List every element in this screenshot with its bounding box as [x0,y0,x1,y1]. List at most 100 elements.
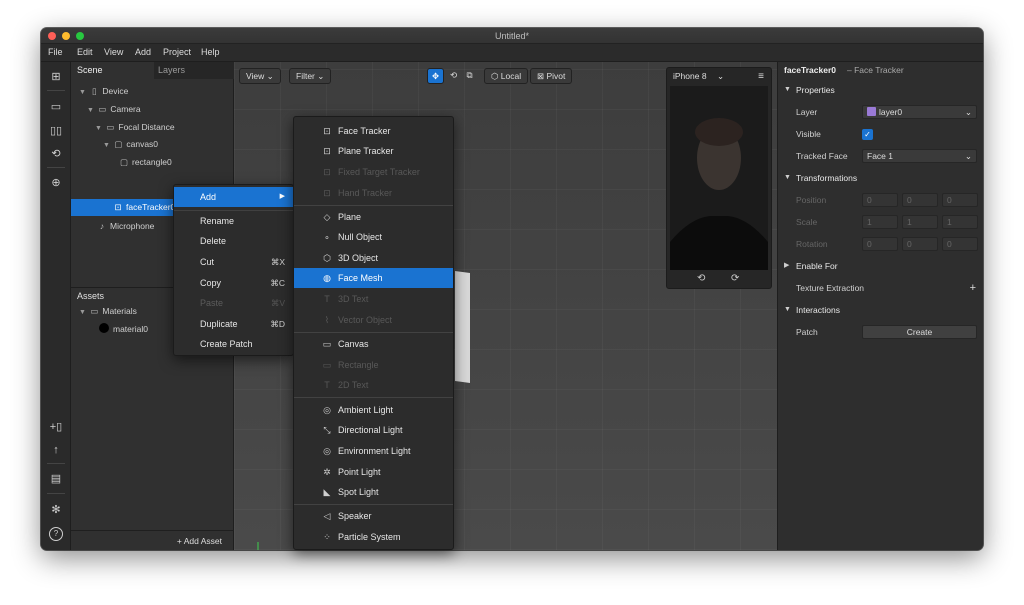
section-enable-for[interactable]: ▶ Enable For [778,255,983,277]
split-icon[interactable]: ▯▯ [49,124,63,138]
submenu-item-point-light[interactable]: ✲ Point Light [294,462,453,482]
upload-icon[interactable]: ↑ [49,443,63,457]
close-window-button[interactable] [48,32,56,40]
chevron-down-icon[interactable]: ▼ [79,84,87,101]
layout-icon[interactable]: ⊞ [49,70,63,84]
rotate-tool-icon[interactable]: ⟲ [446,68,461,84]
filter-dropdown[interactable]: Filter ⌄ [289,68,332,84]
face-tracker-icon: ⊡ [114,202,122,212]
submenu-label: Vector Object [338,315,393,325]
menu-view[interactable]: View [104,47,123,57]
tracked-face-select[interactable]: Face 1 ⌄ [862,149,977,163]
submenu-item-plane[interactable]: ◇ Plane [294,207,453,227]
section-interactions[interactable]: ▼ Interactions [778,299,983,321]
menu-item-copy[interactable]: Copy ⌘C [174,273,293,293]
shortcut-label: ⌘X [270,257,285,267]
position-y[interactable]: 0 [902,193,938,207]
rotation-y[interactable]: 0 [902,237,938,251]
folder-icon[interactable]: ▤ [49,472,63,486]
submenu-item-null-object[interactable]: ∘ Null Object [294,227,453,247]
minimize-window-button[interactable] [62,32,70,40]
tree-item-camera[interactable]: ▼ ▭ Camera [71,101,234,118]
section-transformations[interactable]: ▼ Transformations [778,167,983,189]
tree-item-device[interactable]: ▼ ▯ Device [71,83,234,100]
submenu-label: Hand Tracker [338,188,393,198]
menu-project[interactable]: Project [163,47,191,57]
tree-item-canvas0[interactable]: ▼ ▢ canvas0 [71,136,234,153]
local-toggle[interactable]: ⬡ Local [484,68,529,84]
rotation-z[interactable]: 0 [942,237,978,251]
chevron-right-icon: ▶ [784,262,790,269]
submenu-item-spot-light[interactable]: ◣ Spot Light [294,482,453,502]
chevron-down-icon[interactable]: ▼ [103,137,111,154]
menu-item-delete[interactable]: Delete [174,231,293,251]
submenu-item-face-mesh[interactable]: ◍ Face Mesh [294,268,453,288]
submenu-item-canvas[interactable]: ▭ Canvas [294,334,453,354]
submenu-item-3d-object[interactable]: ⬡ 3D Object [294,248,453,268]
device-header: iPhone 8 ⌄ ≡ [667,68,771,85]
add-texture-icon[interactable]: + [970,277,976,299]
menu-help[interactable]: Help [201,47,220,57]
menu-add[interactable]: Add [135,47,151,57]
menu-icon[interactable]: ≡ [758,68,764,85]
submenu-item-ambient-light[interactable]: ◎ Ambient Light [294,400,453,420]
layer-select[interactable]: layer0 ⌄ [862,105,977,119]
submenu-label: Face Mesh [338,273,383,283]
menu-item-label: Create Patch [200,339,253,349]
menu-edit[interactable]: Edit [77,47,93,57]
tab-layers[interactable]: Layers [158,65,185,75]
submenu-item-directional-light[interactable]: ⤡ Directional Light [294,420,453,440]
rotate-device-icon[interactable]: ⟳ [731,273,739,284]
text-3d-icon: T [324,294,330,304]
texture-extraction-label: Texture Extraction [796,283,865,293]
move-tool-icon[interactable]: ✥ [427,68,444,84]
zoom-window-button[interactable] [76,32,84,40]
environment-light-icon: ◎ [323,446,331,456]
chevron-down-icon[interactable]: ▼ [87,102,95,119]
section-properties[interactable]: ▼ Properties [778,79,983,101]
chevron-down-icon[interactable]: ⌄ [717,71,724,81]
shortcut-label: ⌘C [270,278,285,288]
scale-z[interactable]: 1 [942,215,978,229]
submenu-item-hand-tracker: ⊡ Hand Tracker [294,183,453,203]
menu-item-add[interactable]: Add ▶ [174,187,293,207]
rotation-x[interactable]: 0 [862,237,898,251]
help-icon[interactable]: ? [49,527,63,541]
submenu-item-face-tracker[interactable]: ⊡ Face Tracker [294,121,453,141]
scene-plane[interactable] [455,270,470,384]
device-select[interactable]: iPhone 8 [673,71,707,81]
menu-item-rename[interactable]: Rename [174,211,293,231]
tree-item-rectangle0[interactable]: ▢ rectangle0 [71,154,234,171]
submenu-item-plane-tracker[interactable]: ⊡ Plane Tracker [294,141,453,161]
tree-item-focal-distance[interactable]: ▼ ▭ Focal Distance [71,119,234,136]
camera-icon[interactable]: ▭ [49,100,63,114]
pivot-toggle[interactable]: ⊠ Pivot [530,68,573,84]
add-asset-button[interactable]: + Add Asset [71,530,234,550]
add-device-icon[interactable]: +▯ [49,420,63,434]
visible-checkbox[interactable]: ✓ [862,129,873,140]
position-z[interactable]: 0 [942,193,978,207]
menu-item-duplicate[interactable]: Duplicate ⌘D [174,314,293,334]
chevron-down-icon[interactable]: ▼ [95,120,103,137]
view-dropdown[interactable]: View ⌄ [239,68,281,84]
submenu-item-particle-system[interactable]: ⁘ Particle System [294,527,453,547]
refresh-icon[interactable]: ⟲ [49,147,63,161]
submenu-item-environment-light[interactable]: ◎ Environment Light [294,441,453,461]
submenu-item-speaker[interactable]: ◁ Speaker [294,506,453,526]
position-x[interactable]: 0 [862,193,898,207]
target-tracker-icon: ⊡ [323,167,331,177]
chevron-down-icon[interactable]: ▼ [79,304,87,321]
create-patch-button[interactable]: Create [862,325,977,339]
tree-label: canvas0 [126,139,159,149]
scale-tool-icon[interactable]: ⧉ [462,68,477,84]
scale-y[interactable]: 1 [902,215,938,229]
menu-item-cut[interactable]: Cut ⌘X [174,252,293,272]
zoom-icon[interactable]: ⊕ [49,176,63,190]
menu-item-create-patch[interactable]: Create Patch [174,334,293,354]
tab-scene[interactable]: Scene [77,65,103,75]
rotate-camera-icon[interactable]: ⟲ [697,273,705,284]
scale-x[interactable]: 1 [862,215,898,229]
bug-icon[interactable]: ✻ [49,503,63,517]
menu-file[interactable]: File [48,47,63,57]
position-label: Position [796,195,827,205]
